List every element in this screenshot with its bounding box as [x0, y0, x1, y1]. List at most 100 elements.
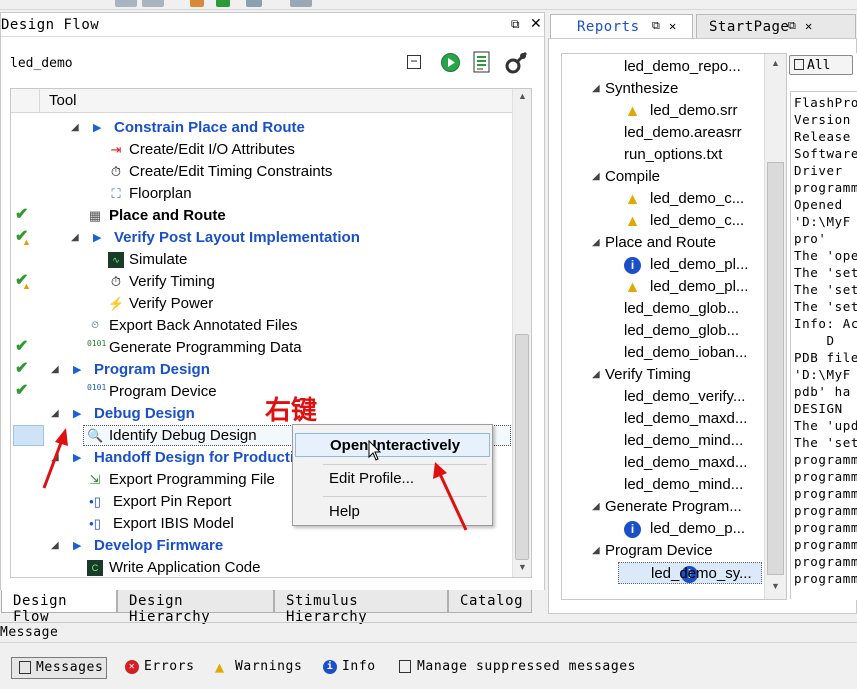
expanded-icon[interactable]: ◢ [592, 496, 600, 518]
report-group[interactable]: ◢ Synthesize [562, 78, 762, 100]
chevron-right-icon[interactable]: ▶ [73, 447, 81, 469]
reports-scrollbar[interactable]: ▲ ▼ [764, 54, 786, 599]
panel-title: Design Flow [1, 17, 100, 33]
report-item[interactable]: led_demo_maxd... [562, 408, 762, 430]
expanded-icon[interactable]: ◢ [592, 232, 600, 254]
tree-scrollbar[interactable]: ▲ ▼ [512, 89, 531, 577]
report-item[interactable]: led_demo_maxd... [562, 452, 762, 474]
tab-warnings[interactable]: ▲ Warnings [215, 657, 302, 679]
tree-row-debug-design[interactable]: ◢ ▶ Debug Design [11, 403, 511, 425]
report-group[interactable]: ◢ Program Device [562, 540, 762, 562]
scrollbar-thumb[interactable] [515, 334, 529, 560]
settings-icon[interactable] [504, 51, 528, 75]
menu-item-open-interactively[interactable]: Open Interactively [295, 433, 490, 457]
tree-row-write-application-code[interactable]: C Write Application Code [11, 557, 511, 577]
float-icon[interactable]: ⧉ [788, 19, 796, 33]
menu-item-help[interactable]: Help [295, 500, 490, 524]
report-group[interactable]: ◢ Verify Timing [562, 364, 762, 386]
report-icon[interactable] [473, 50, 491, 74]
close-icon[interactable]: ✕ [530, 15, 542, 32]
tab-reports[interactable]: Reports ⧉ ✕ [550, 14, 693, 39]
tab-startpage[interactable]: StartPage ⧉ ✕ [696, 14, 856, 39]
tree-row-program-device[interactable]: ✔ 0101 Program Device [11, 381, 511, 403]
report-item[interactable]: i led_demo_sy... [618, 562, 762, 584]
expanded-icon[interactable]: ◢ [592, 78, 600, 100]
expanded-icon[interactable]: ◢ [592, 166, 600, 188]
tab-stimulus-hierarchy[interactable]: Stimulus Hierarchy [274, 590, 448, 625]
tree-row-place-and-route[interactable]: ✔ ▦ Place and Route [11, 205, 511, 227]
toolbar-icon[interactable] [190, 0, 204, 7]
report-item[interactable]: i led_demo_p... [562, 518, 762, 540]
toolbar-icon[interactable] [115, 0, 137, 7]
tree-row-export-back-annotated[interactable]: ⏲ Export Back Annotated Files [11, 315, 511, 337]
tab-info[interactable]: i Info [322, 657, 376, 679]
report-item[interactable]: ▲ led_demo_c... [562, 210, 762, 232]
toolbar-icon[interactable] [142, 0, 164, 7]
tree-row-constrain-place-and-route[interactable]: ◢ ▶ Constrain Place and Route [11, 117, 511, 139]
expanded-icon[interactable]: ◢ [592, 540, 600, 562]
close-icon[interactable]: ✕ [805, 19, 813, 33]
report-item[interactable]: led_demo_glob... [562, 320, 762, 342]
tree-row-edit-io-attributes[interactable]: ⇥ Create/Edit I/O Attributes [11, 139, 511, 161]
report-item[interactable]: i led_demo_pl... [562, 254, 762, 276]
report-item[interactable]: led_demo_ioban... [562, 342, 762, 364]
tree-row-verify-power[interactable]: ⚡ Verify Power [11, 293, 511, 315]
tree-row-simulate[interactable]: ∿ Simulate [11, 249, 511, 271]
run-icon[interactable] [441, 53, 460, 72]
report-group[interactable]: ◢ Generate Program... [562, 496, 762, 518]
expanded-icon[interactable]: ◢ [51, 535, 59, 557]
chevron-right-icon[interactable]: ▶ [93, 117, 101, 139]
report-item[interactable]: ▲ led_demo.srr [562, 100, 762, 122]
tab-design-flow[interactable]: Design Flow [1, 590, 117, 625]
menu-item-edit-profile[interactable]: Edit Profile... [295, 467, 490, 491]
tree-row-floorplan[interactable]: ⛶ Floorplan [11, 183, 511, 205]
report-item[interactable]: led_demo_glob... [562, 298, 762, 320]
tree-row-verify-timing[interactable]: ✔ ▲ ⏱ Verify Timing [11, 271, 511, 293]
report-log-text[interactable]: FlashPro Version Release Software Driver prog… [790, 91, 857, 599]
float-icon[interactable]: ⧉ [652, 19, 660, 33]
report-item[interactable]: run_options.txt [562, 144, 762, 166]
expanded-icon[interactable]: ◢ [51, 359, 59, 381]
expanded-icon[interactable]: ◢ [51, 403, 59, 425]
expanded-icon[interactable]: ◢ [592, 364, 600, 386]
tree-row-generate-programming-data[interactable]: ✔ 0101 Generate Programming Data [11, 337, 511, 359]
report-item[interactable]: led_demo.areasrr [562, 122, 762, 144]
scroll-up-icon[interactable]: ▲ [518, 91, 527, 101]
float-icon[interactable]: ⧉ [511, 17, 520, 32]
tab-messages[interactable]: Messages [11, 657, 107, 679]
close-icon[interactable]: ✕ [669, 19, 677, 33]
toolbar-icon[interactable] [246, 0, 262, 7]
tree-row-edit-timing-constraints[interactable]: ⏱ Create/Edit Timing Constraints [11, 161, 511, 183]
report-item[interactable]: led_demo_mind... [562, 474, 762, 496]
tree-row-verify-post-layout[interactable]: ✔ ▲ ◢ ▶ Verify Post Layout Implementation [11, 227, 511, 249]
tree-row-develop-firmware[interactable]: ◢ ▶ Develop Firmware [11, 535, 511, 557]
log-line: programm [794, 486, 857, 501]
tab-errors[interactable]: ✕ Errors [124, 657, 195, 679]
filter-all-button[interactable]: All [789, 55, 853, 75]
chevron-right-icon[interactable]: ▶ [73, 403, 81, 425]
report-item[interactable]: led_demo_verify... [562, 386, 762, 408]
tree-row-program-design[interactable]: ✔ ◢ ▶ Program Design [11, 359, 511, 381]
report-group[interactable]: ◢ Place and Route [562, 232, 762, 254]
toolbar-icon[interactable] [290, 0, 312, 7]
scroll-up-icon[interactable]: ▲ [771, 58, 780, 68]
report-item[interactable]: led_demo_mind... [562, 430, 762, 452]
report-group[interactable]: ◢ Compile [562, 166, 762, 188]
report-item[interactable]: ▲ led_demo_c... [562, 188, 762, 210]
toolbar-icon[interactable] [216, 0, 230, 7]
chevron-right-icon[interactable]: ▶ [73, 359, 81, 381]
collapse-all-icon[interactable]: − [407, 55, 421, 69]
expanded-icon[interactable]: ◢ [71, 117, 79, 139]
tab-catalog[interactable]: Catalog [448, 590, 532, 613]
chevron-right-icon[interactable]: ▶ [73, 535, 81, 557]
report-item[interactable]: ▲ led_demo_pl... [562, 276, 762, 298]
chevron-right-icon[interactable]: ▶ [93, 227, 101, 249]
expanded-icon[interactable]: ◢ [71, 227, 79, 249]
scroll-down-icon[interactable]: ▼ [771, 581, 780, 591]
expanded-icon[interactable]: ◢ [51, 447, 59, 469]
tab-design-hierarchy[interactable]: Design Hierarchy [117, 590, 274, 625]
scroll-down-icon[interactable]: ▼ [518, 562, 527, 572]
report-item[interactable]: led_demo_repo... [562, 56, 762, 78]
manage-suppressed-messages-button[interactable]: Manage suppressed messages [397, 657, 636, 679]
scrollbar-thumb[interactable] [767, 162, 784, 575]
